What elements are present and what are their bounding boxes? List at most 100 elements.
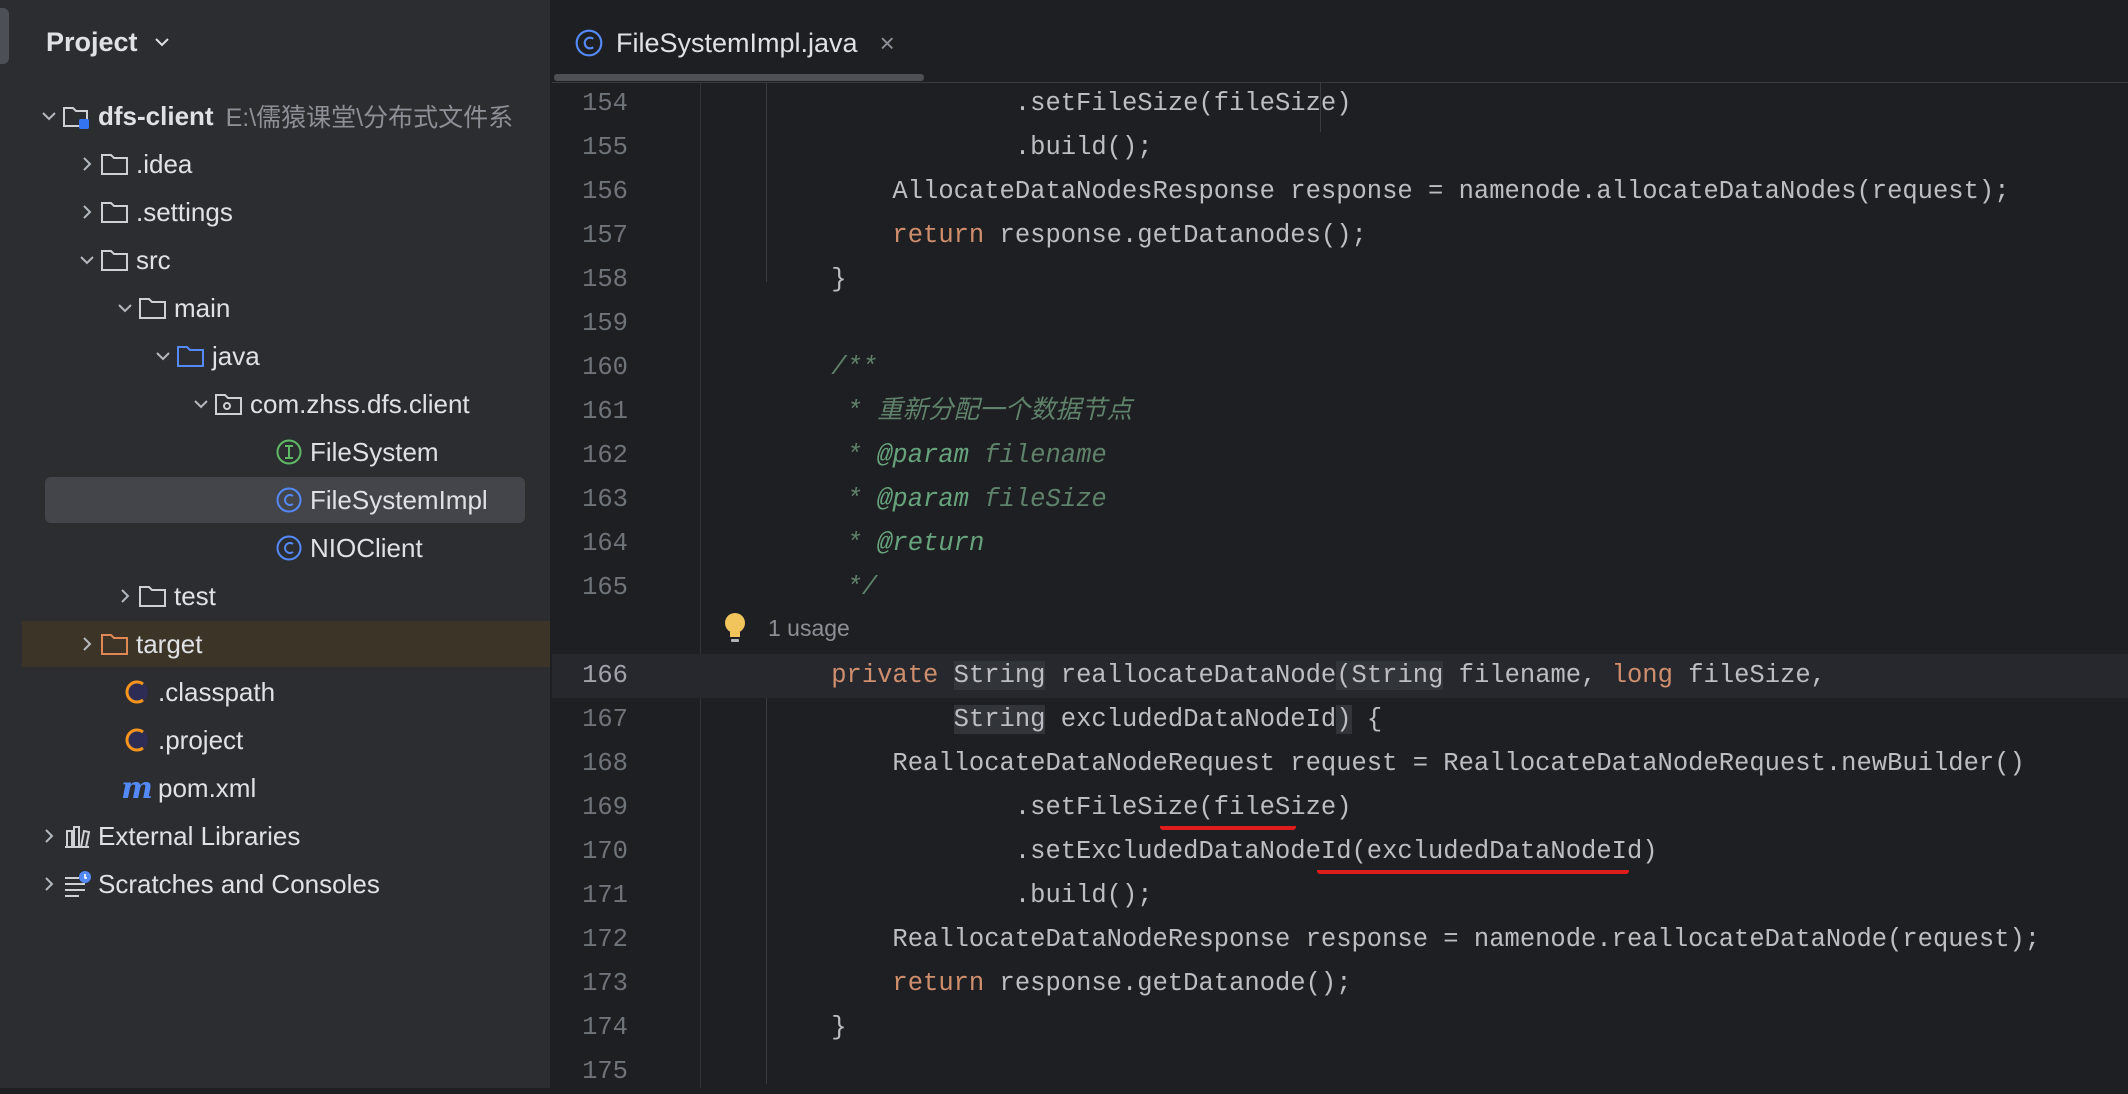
tree-item-label: com.zhss.dfs.client <box>250 388 470 419</box>
project-panel: Project dfs-client E:\儒猿课堂\分布式文件系 .idea … <box>22 0 550 1088</box>
chevron-right-icon[interactable] <box>74 631 100 657</box>
tree-item-idea[interactable]: .idea <box>22 141 550 187</box>
tree-item-label: .project <box>158 724 244 755</box>
red-underline-annotation <box>1160 822 1296 830</box>
tree-item-pom[interactable]: m pom.xml <box>22 765 550 811</box>
lightbulb-icon[interactable] <box>720 610 750 648</box>
tree-item-src[interactable]: src <box>22 237 550 283</box>
tab-filesystemimpl[interactable]: FileSystemImpl.java × <box>574 18 895 68</box>
tree-item-label: java <box>212 340 260 371</box>
class-icon <box>274 485 304 515</box>
line-number: 168 <box>582 749 628 778</box>
chevron-down-icon[interactable] <box>112 295 138 321</box>
library-icon <box>62 821 92 851</box>
interface-icon <box>274 437 304 467</box>
line-number: 161 <box>582 397 628 426</box>
line-number: 171 <box>582 881 628 910</box>
code-line: 175 <box>552 1050 2128 1094</box>
code-line: 163 * @param fileSize <box>552 478 2128 522</box>
chevron-right-icon[interactable] <box>36 871 62 897</box>
line-number: 156 <box>582 177 628 206</box>
tab-scrollbar[interactable] <box>554 74 924 81</box>
tree-item-target[interactable]: target <box>22 621 550 667</box>
class-icon <box>274 533 304 563</box>
code-line: 172 ReallocateDataNodeResponse response … <box>552 918 2128 962</box>
line-number: 175 <box>582 1057 628 1086</box>
line-number: 166 <box>582 661 628 690</box>
code-line: 173 return response.getDatanode(); <box>552 962 2128 1006</box>
code-area[interactable]: 1 usage 154 .setFileSize(fileSize) 155 .… <box>552 82 2128 1088</box>
chevron-down-icon[interactable] <box>74 247 100 273</box>
tree-item-label: .classpath <box>158 676 276 707</box>
tree-item-external-libraries[interactable]: External Libraries <box>22 813 550 859</box>
code-line: 157 return response.getDatanodes(); <box>552 214 2128 258</box>
line-number: 157 <box>582 221 628 250</box>
tree-item-label: NIOClient <box>310 532 423 563</box>
tree-item-label: main <box>174 292 231 323</box>
code-line: 162 * @param filename <box>552 434 2128 478</box>
line-number: 155 <box>582 133 628 162</box>
class-icon <box>574 28 604 58</box>
code-line: 174 } <box>552 1006 2128 1050</box>
tree-item-package[interactable]: com.zhss.dfs.client <box>22 381 550 427</box>
line-number: 167 <box>582 705 628 734</box>
tree-root-dfs-client[interactable]: dfs-client E:\儒猿课堂\分布式文件系 <box>22 93 550 139</box>
line-number: 174 <box>582 1013 628 1042</box>
folder-icon <box>100 245 130 275</box>
eclipse-file-icon <box>122 725 152 755</box>
tree-item-nioclient[interactable]: NIOClient <box>22 525 550 571</box>
tree-item-label: src <box>136 244 171 275</box>
line-number: 162 <box>582 441 628 470</box>
folder-icon <box>100 149 130 179</box>
code-line: 159 <box>552 302 2128 346</box>
project-tool-window-indicator[interactable] <box>0 8 9 64</box>
tree-item-filesystem[interactable]: FileSystem <box>22 429 550 475</box>
usage-hint[interactable]: 1 usage <box>768 615 850 642</box>
code-line: 165 */ <box>552 566 2128 610</box>
folder-icon <box>138 293 168 323</box>
chevron-down-icon <box>154 38 169 47</box>
chevron-down-icon[interactable] <box>150 343 176 369</box>
code-line: 158 } <box>552 258 2128 302</box>
tree-item-java[interactable]: java <box>22 333 550 379</box>
line-number: 160 <box>582 353 628 382</box>
chevron-right-icon[interactable] <box>74 199 100 225</box>
code-line: 164 * @return <box>552 522 2128 566</box>
chevron-down-icon[interactable] <box>188 391 214 417</box>
code-editor: FileSystemImpl.java × 1 usage 154 .setFi… <box>552 0 2128 1088</box>
line-number: 154 <box>582 89 628 118</box>
code-line: 168 ReallocateDataNodeRequest request = … <box>552 742 2128 786</box>
line-number: 173 <box>582 969 628 998</box>
code-line: 160 /** <box>552 346 2128 390</box>
tab-label: FileSystemImpl.java <box>616 27 858 58</box>
chevron-right-icon[interactable] <box>112 583 138 609</box>
close-icon[interactable]: × <box>880 28 895 59</box>
line-number: 158 <box>582 265 628 294</box>
tree-item-label: Scratches and Consoles <box>98 868 380 899</box>
code-line-current: 166 private String reallocateDataNode(St… <box>552 654 2128 698</box>
tree-item-filesystemimpl[interactable]: FileSystemImpl <box>22 477 550 523</box>
tree-item-test[interactable]: test <box>22 573 550 619</box>
chevron-right-icon[interactable] <box>36 823 62 849</box>
code-line: 154 .setFileSize(fileSize) <box>552 82 2128 126</box>
module-folder-icon <box>62 101 92 131</box>
tree-item-project[interactable]: .project <box>22 717 550 763</box>
tree-item-main[interactable]: main <box>22 285 550 331</box>
tree-root-label: dfs-client <box>98 100 214 131</box>
package-icon <box>214 389 244 419</box>
project-title: Project <box>46 26 138 57</box>
tree-item-label: pom.xml <box>158 772 257 803</box>
source-folder-icon <box>176 341 206 371</box>
project-header[interactable]: Project <box>46 22 174 62</box>
line-number: 172 <box>582 925 628 954</box>
red-underline-annotation <box>1317 866 1629 874</box>
tree-item-scratches[interactable]: Scratches and Consoles <box>22 861 550 907</box>
code-line: 155 .build(); <box>552 126 2128 170</box>
tree-item-classpath[interactable]: .classpath <box>22 669 550 715</box>
line-number: 165 <box>582 573 628 602</box>
code-line: 169 .setFileSize(fileSize) <box>552 786 2128 830</box>
chevron-right-icon[interactable] <box>74 151 100 177</box>
chevron-down-icon[interactable] <box>36 103 62 129</box>
tree-root-path: E:\儒猿课堂\分布式文件系 <box>225 104 514 132</box>
tree-item-settings[interactable]: .settings <box>22 189 550 235</box>
